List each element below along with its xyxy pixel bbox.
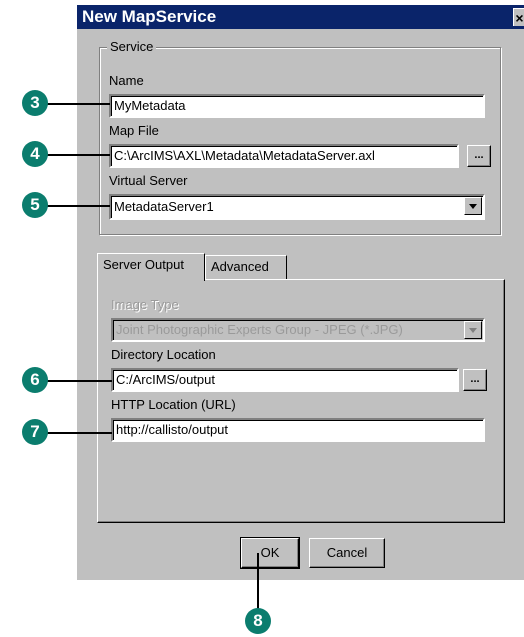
title-bar: New MapService × xyxy=(77,5,524,29)
http-location-label: HTTP Location (URL) xyxy=(111,397,236,412)
callout-5: 5 xyxy=(22,192,48,218)
image-type-select: Joint Photographic Experts Group - JPEG … xyxy=(111,318,485,342)
image-type-dropdown-button xyxy=(464,321,482,339)
callout-8-leader xyxy=(257,553,259,613)
callout-6: 6 xyxy=(22,367,48,393)
tab-advanced[interactable]: Advanced xyxy=(205,255,287,279)
callout-3: 3 xyxy=(22,90,48,116)
ok-button[interactable]: OK xyxy=(240,537,300,569)
service-group-legend: Service xyxy=(107,39,157,54)
chevron-down-icon xyxy=(469,203,477,209)
callout-4-leader xyxy=(38,154,110,156)
callout-6-leader xyxy=(38,380,112,382)
callout-8: 8 xyxy=(245,608,271,634)
image-type-value: Joint Photographic Experts Group - JPEG … xyxy=(116,322,403,337)
virtual-server-label: Virtual Server xyxy=(109,173,188,188)
directory-location-input[interactable]: C:/ArcIMS/output xyxy=(111,368,459,392)
cancel-button[interactable]: Cancel xyxy=(309,538,385,568)
name-label: Name xyxy=(109,73,144,88)
map-file-input[interactable]: C:\ArcIMS\AXL\Metadata\MetadataServer.ax… xyxy=(109,144,459,168)
map-file-browse-button[interactable]: ... xyxy=(467,145,491,167)
virtual-server-select[interactable]: MetadataServer1 xyxy=(109,194,485,220)
name-input[interactable]: MyMetadata xyxy=(109,94,485,118)
callout-4: 4 xyxy=(22,141,48,167)
chevron-down-icon xyxy=(469,327,477,333)
virtual-server-dropdown-button[interactable] xyxy=(464,197,482,215)
http-location-input[interactable]: http://callisto/output xyxy=(111,418,485,442)
callout-7-leader xyxy=(38,432,112,434)
window-title: New MapService xyxy=(82,7,217,26)
virtual-server-value: MetadataServer1 xyxy=(114,199,214,214)
callout-3-leader xyxy=(38,103,110,105)
new-mapservice-dialog: New MapService × Service Name MyMetadata… xyxy=(76,5,524,580)
directory-location-label: Directory Location xyxy=(111,347,216,362)
map-file-label: Map File xyxy=(109,123,159,138)
screenshot-stage: New MapService × Service Name MyMetadata… xyxy=(0,0,524,637)
callout-5-leader xyxy=(38,205,110,207)
directory-browse-button[interactable]: ... xyxy=(463,369,487,391)
close-icon[interactable]: × xyxy=(513,8,524,26)
tab-server-output[interactable]: Server Output xyxy=(97,253,205,281)
image-type-label: Image Type xyxy=(111,297,179,312)
callout-7: 7 xyxy=(22,419,48,445)
